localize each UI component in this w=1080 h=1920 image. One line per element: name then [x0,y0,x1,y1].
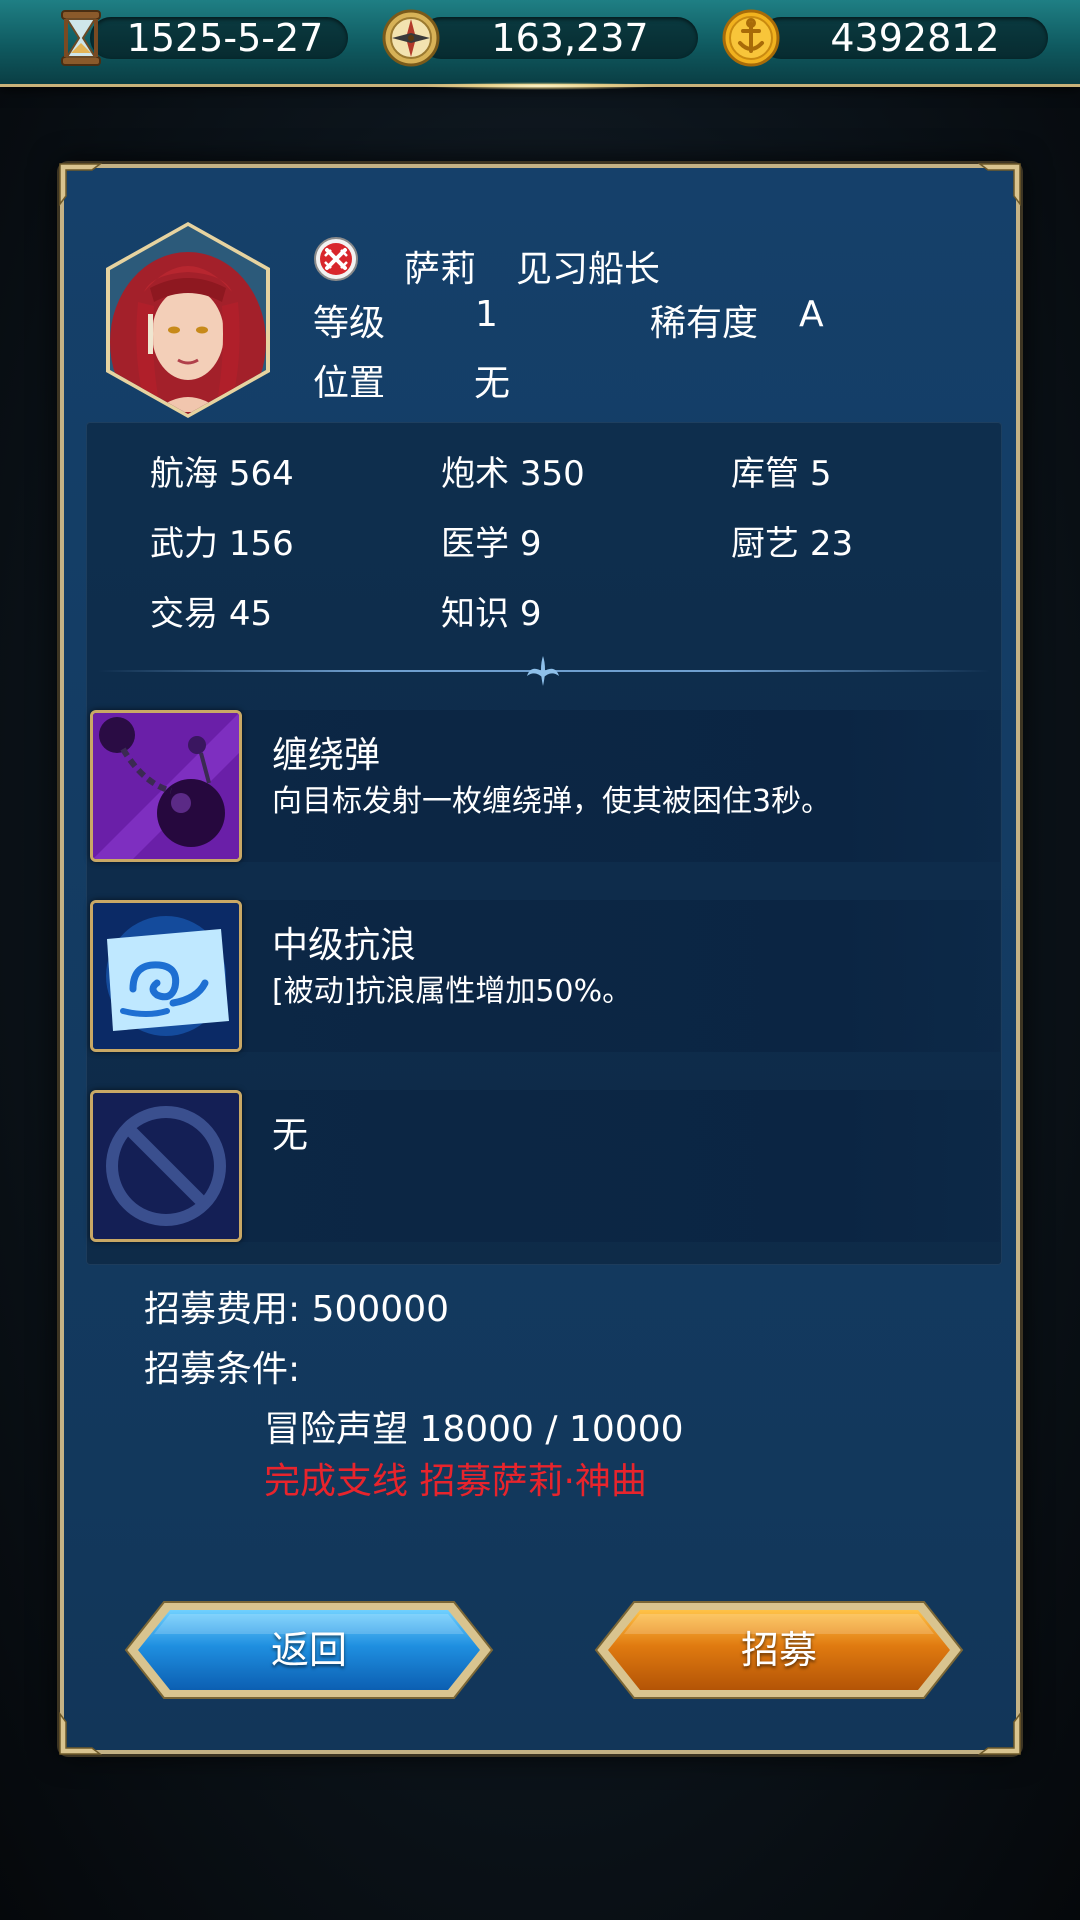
skill-slot-1[interactable]: 缠绕弹 向目标发射一枚缠绕弹，使其被困住3秒。 [90,710,1002,862]
skill-name: 无 [272,1115,309,1156]
corner-ornament [59,163,102,206]
skill-name: 缠绕弹 [272,735,381,776]
stat-knowledge: 知识 9 [441,594,542,634]
stat-medicine: 医学 9 [441,524,542,564]
wave-resist-icon [90,900,242,1052]
crossed-swords-red-icon [314,237,358,281]
date-display: 1525-5-27 [50,10,350,66]
rarity-value: A [799,294,824,335]
skill-slot-3[interactable]: 无 [90,1090,1002,1242]
corner-ornament [59,1712,102,1755]
gold-value: 4392812 [830,16,1000,60]
condition-quest: 完成支线 招募萨莉·神曲 [264,1461,647,1502]
gold-resource: 4392812 [720,9,1050,67]
stat-force: 武力 156 [150,524,294,564]
officer-detail-dialog: 萨莉 见习船长 等级 1 稀有度 A 位置 无 航海 564 炮术 350 库管… [59,163,1021,1755]
level-label: 等级 [313,303,386,344]
corner-ornament [978,1712,1021,1755]
chain-shot-icon [90,710,242,862]
skill-name: 中级抗浪 [272,925,417,966]
skill-description: [被动]抗浪属性增加50%。 [272,974,633,1009]
officer-name: 萨莉 [404,249,477,290]
officer-title: 见习船长 [516,249,661,290]
stat-gunnery: 炮术 350 [441,454,585,494]
skill-description: 向目标发射一枚缠绕弹，使其被困住3秒。 [272,784,832,819]
position-value: 无 [474,363,511,404]
recruit-condition-label: 招募条件: [144,1349,301,1390]
skill-slot-2[interactable]: 中级抗浪 [被动]抗浪属性增加50%。 [90,900,1002,1052]
corner-ornament [978,163,1021,206]
compass-resource: 163,237 [380,9,700,67]
back-button[interactable]: 返回 [124,1598,494,1702]
condition-reputation: 冒险声望 18000 / 10000 [264,1409,684,1450]
compass-value: 163,237 [491,16,649,60]
anchor-coin-icon [722,9,780,67]
stat-storage: 库管 5 [731,454,832,494]
recruit-cost: 招募费用: 500000 [144,1289,449,1330]
divider-ornament [527,656,559,686]
stat-trade: 交易 45 [150,594,273,634]
attribute-panel: 航海 564 炮术 350 库管 5 武力 156 医学 9 厨艺 23 交易 … [86,422,1002,1265]
level-value: 1 [475,294,498,335]
rarity-label: 稀有度 [650,303,759,344]
position-label: 位置 [313,363,386,404]
date-value: 1525-5-27 [126,16,324,60]
empty-slot-icon [90,1090,242,1242]
hourglass-icon [61,10,101,66]
stat-navigation: 航海 564 [150,454,294,494]
resource-bar: 1525-5-27 163,237 4392812 [0,0,1080,90]
stat-cooking: 厨艺 23 [731,524,854,564]
compass-icon [382,9,440,67]
recruit-button[interactable]: 招募 [594,1598,964,1702]
officer-portrait [106,222,270,418]
